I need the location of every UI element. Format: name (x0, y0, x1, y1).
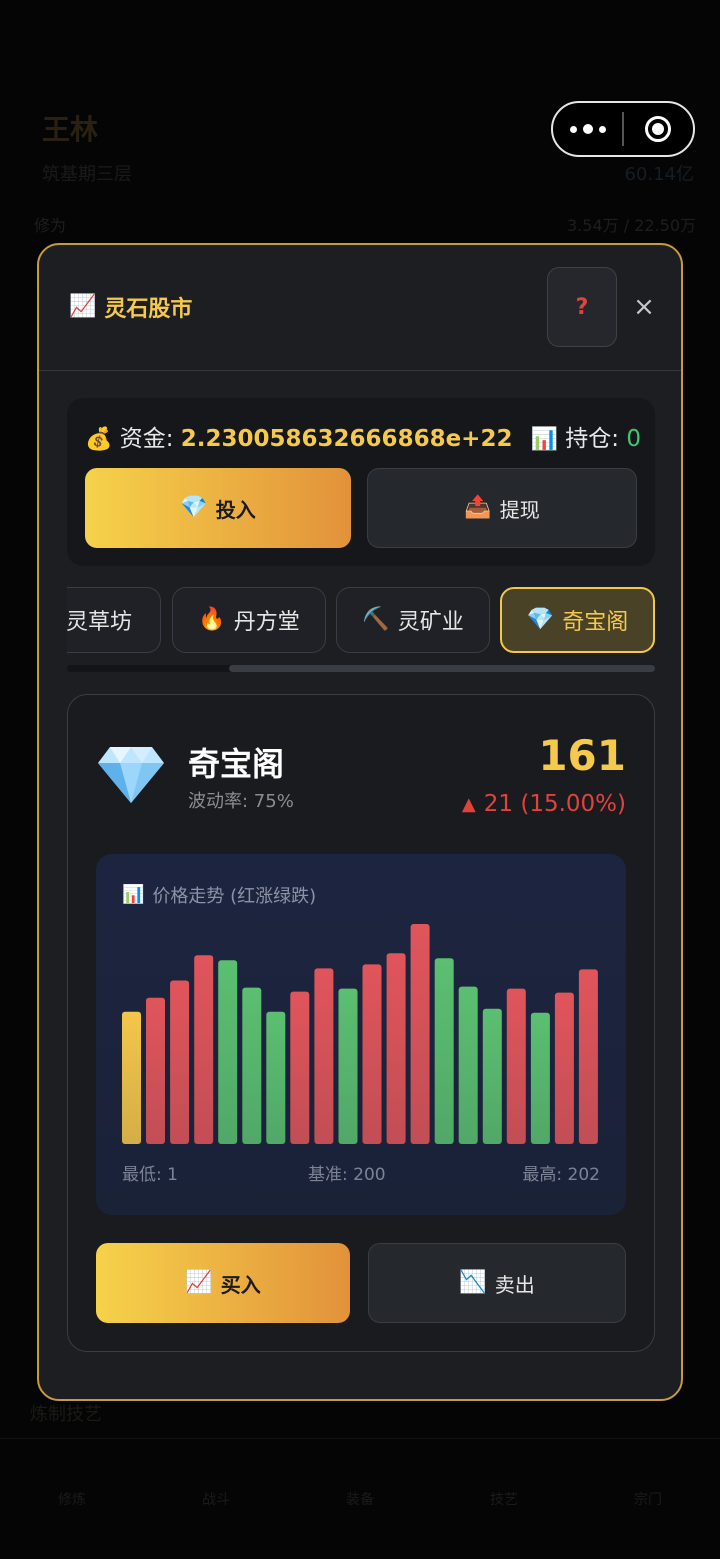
close-miniprogram-icon[interactable] (624, 116, 693, 142)
tab-mine[interactable]: ⛏️ 灵矿业 (336, 587, 490, 653)
funds-label: 资金: (119, 426, 174, 452)
stock-card: 奇宝阁 波动率: 75% 161 ▲ 21 (15.00%) 📊 价格走势 (红… (67, 694, 655, 1352)
holdings-value: 0 (626, 426, 641, 452)
stock-tabs: 灵草坊 🔥 丹方堂 ⛏️ 灵矿业 💎 奇宝阁 (67, 587, 655, 657)
price-bar (122, 1011, 141, 1144)
price-bar (314, 968, 334, 1144)
up-arrow-icon: ▲ (461, 793, 476, 815)
tab-label: 灵草坊 (67, 610, 132, 635)
chart-down-icon: 📉 (459, 1270, 487, 1295)
bar-chart-icon: 📊 (530, 427, 558, 452)
invest-button[interactable]: 💎 投入 (85, 468, 351, 548)
stock-change-value: 21 (15.00%) (483, 791, 626, 817)
stock-volatility: 波动率: 75% (188, 791, 294, 812)
price-bar (146, 997, 165, 1144)
withdraw-button[interactable]: 📤 提现 (367, 468, 637, 548)
price-bar (386, 953, 406, 1144)
withdraw-label: 提现 (499, 497, 540, 522)
cultivation-value: 3.54万 / 22.50万 (567, 216, 696, 235)
user-realm: 筑基期三层 (42, 164, 132, 185)
price-bar (434, 958, 454, 1144)
funds-row: 💰 资金: 2.230058632666868e+22 📊 持仓: 0 (85, 418, 641, 454)
tab-label: 丹方堂 (233, 610, 300, 635)
price-bar (410, 924, 430, 1144)
buy-button[interactable]: 📈 买入 (96, 1243, 350, 1323)
tab-pill[interactable]: 🔥 丹方堂 (172, 587, 326, 653)
holdings-label: 持仓: (565, 426, 620, 452)
chart-title: 📊 价格走势 (红涨绿跌) (122, 882, 316, 908)
diamond-icon (98, 747, 164, 803)
funds-value: 2.230058632666868e+22 (180, 426, 513, 452)
funds-panel: 💰 资金: 2.230058632666868e+22 📊 持仓: 0 💎 投入… (67, 398, 655, 566)
price-bar (194, 955, 214, 1144)
nav-item[interactable]: 装备 (346, 1489, 374, 1509)
bar-chart-icon: 📊 (122, 884, 145, 905)
chart-up-icon: 📈 (69, 294, 97, 319)
price-bar (578, 969, 598, 1144)
modal-header: 📈 灵石股市 ? × (39, 245, 681, 371)
price-bar (458, 986, 478, 1144)
help-button[interactable]: ? (547, 267, 617, 347)
chart-max-label: 最高: 202 (522, 1165, 600, 1185)
price-bar (290, 991, 310, 1144)
outbox-icon: 📤 (464, 495, 492, 520)
user-name: 王林 (42, 113, 99, 146)
chart-min-label: 最低: 1 (122, 1165, 178, 1185)
holdings-info: 📊 持仓: 0 (531, 419, 641, 453)
tab-herb[interactable]: 灵草坊 (67, 587, 161, 653)
bottom-nav: 修炼 战斗 装备 技艺 宗门 (0, 1438, 720, 1559)
section-title: 炼制技艺 (30, 1404, 102, 1425)
price-bar (242, 987, 262, 1144)
gem-icon: 💎 (526, 607, 555, 632)
price-bar (266, 1011, 286, 1144)
price-bar (506, 988, 526, 1144)
price-bar (170, 980, 190, 1144)
tab-label: 奇宝阁 (562, 610, 629, 635)
sell-label: 卖出 (494, 1272, 535, 1297)
tabs-scrollbar-thumb[interactable] (229, 665, 655, 672)
price-bar (338, 988, 358, 1144)
nav-item[interactable]: 技艺 (490, 1489, 518, 1509)
modal-title-text: 灵石股市 (104, 297, 193, 322)
invest-label: 投入 (215, 497, 256, 522)
miniprogram-capsule (551, 101, 695, 157)
gem-balance: 60.14亿 (624, 164, 694, 185)
modal-title: 📈 灵石股市 (69, 291, 192, 323)
price-bar (362, 964, 382, 1144)
nav-item[interactable]: 修炼 (58, 1489, 86, 1509)
chart-title-text: 价格走势 (红涨绿跌) (152, 886, 317, 907)
price-chart: 📊 价格走势 (红涨绿跌) 最低: 1 基准: 200 最高: 202 (96, 854, 626, 1215)
buy-label: 买入 (220, 1272, 261, 1297)
price-bar (482, 1008, 502, 1144)
price-bar (530, 1012, 550, 1144)
chart-up-icon: 📈 (185, 1270, 213, 1295)
stock-name: 奇宝阁 (188, 745, 285, 783)
stock-market-modal: 📈 灵石股市 ? × 💰 资金: 2.230058632666868e+22 📊… (37, 243, 683, 1401)
tab-label: 灵矿业 (397, 610, 464, 635)
cultivation-label: 修为 (34, 216, 67, 235)
sell-button[interactable]: 📉 卖出 (368, 1243, 626, 1323)
tabs-scrollbar[interactable] (67, 665, 655, 672)
fire-icon: 🔥 (198, 607, 226, 632)
stock-change: ▲ 21 (15.00%) (462, 791, 626, 817)
more-icon[interactable] (553, 124, 622, 134)
gem-icon: 💎 (180, 495, 208, 520)
price-bar (218, 960, 238, 1144)
nav-item[interactable]: 战斗 (202, 1489, 230, 1509)
price-bar (554, 992, 574, 1144)
tab-treasure[interactable]: 💎 奇宝阁 (500, 587, 655, 653)
pickaxe-icon: ⛏️ (362, 607, 390, 632)
money-bag-icon: 💰 (85, 427, 113, 452)
close-button[interactable]: × (629, 289, 659, 325)
stock-price: 161 (538, 731, 626, 780)
nav-item[interactable]: 宗门 (634, 1489, 662, 1509)
chart-base-label: 基准: 200 (308, 1165, 386, 1185)
funds-info: 💰 资金: 2.230058632666868e+22 (85, 419, 512, 453)
